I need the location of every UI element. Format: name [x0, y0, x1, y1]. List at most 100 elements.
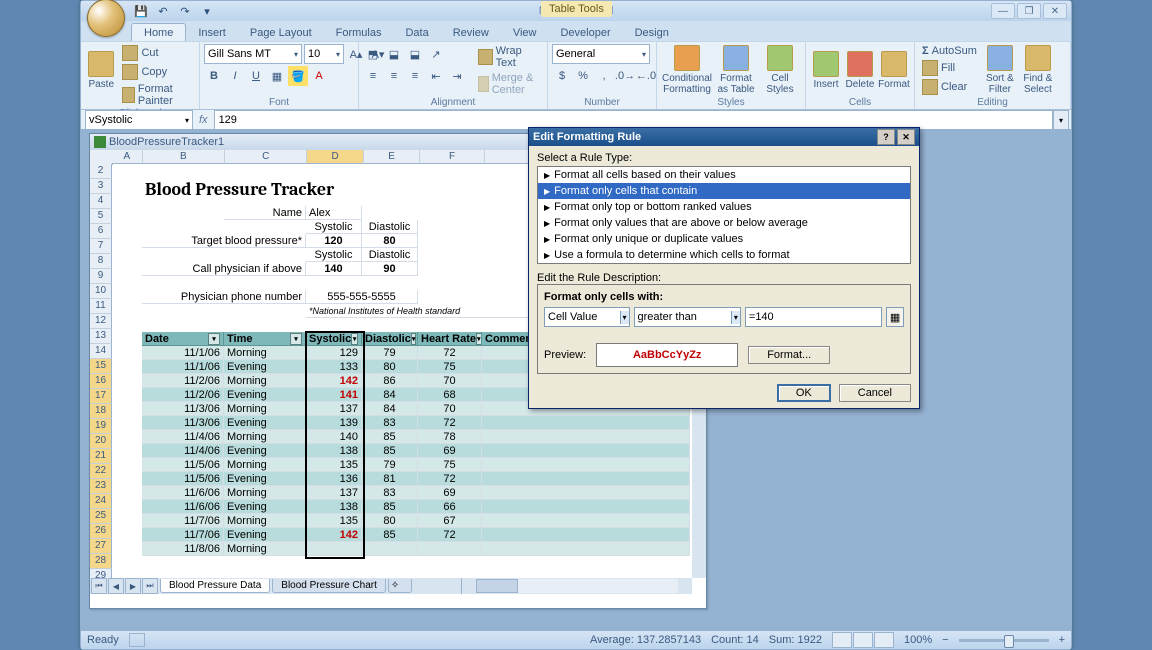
border-button[interactable]: ▦ [267, 66, 287, 86]
heartrate-cell[interactable]: 78 [418, 430, 482, 444]
heartrate-cell[interactable]: 72 [418, 528, 482, 542]
col-header-C[interactable]: C [225, 150, 307, 164]
sheet-nav-next-icon[interactable]: ▶ [125, 578, 141, 594]
row-header[interactable]: 13 [90, 329, 112, 344]
rule-type-list[interactable]: ▶Format all cells based on their values ▶… [537, 166, 911, 264]
heartrate-cell[interactable]: 72 [418, 472, 482, 486]
copy-button[interactable]: Copy [119, 63, 195, 81]
diastolic-cell[interactable]: 85 [362, 444, 418, 458]
heartrate-cell[interactable]: 69 [418, 444, 482, 458]
heartrate-cell[interactable]: 70 [418, 402, 482, 416]
tab-developer[interactable]: Developer [548, 24, 622, 41]
qat-customize-icon[interactable]: ▾ [197, 2, 217, 20]
heartrate-cell[interactable]: 70 [418, 374, 482, 388]
systolic-cell[interactable]: 137 [306, 486, 362, 500]
row-header[interactable]: 15 [90, 359, 112, 374]
comments-cell[interactable] [482, 444, 690, 458]
comments-cell[interactable] [482, 416, 690, 430]
comments-cell[interactable] [482, 542, 690, 556]
time-cell[interactable]: Morning [224, 458, 306, 472]
time-cell[interactable]: Evening [224, 472, 306, 486]
date-cell[interactable]: 11/4/06 [142, 430, 224, 444]
tab-view[interactable]: View [501, 24, 549, 41]
heartrate-cell[interactable]: 67 [418, 514, 482, 528]
filter-icon[interactable]: ▾ [351, 333, 358, 345]
zoom-slider[interactable] [959, 639, 1049, 642]
filter-icon[interactable]: ▾ [208, 333, 220, 345]
tab-home[interactable]: Home [131, 23, 186, 41]
target-systolic[interactable]: 120 [306, 234, 362, 248]
tab-design[interactable]: Design [623, 24, 681, 41]
table-header-date[interactable]: Date▾ [142, 332, 224, 346]
sheet-title[interactable]: Blood Pressure Tracker [142, 178, 418, 200]
fx-icon[interactable]: fx [199, 114, 208, 126]
row-header[interactable]: 5 [90, 209, 112, 224]
cell-styles-button[interactable]: Cell Styles [759, 44, 801, 96]
systolic-cell[interactable]: 141 [306, 388, 362, 402]
time-cell[interactable]: Evening [224, 388, 306, 402]
col-header-D[interactable]: D [307, 150, 364, 164]
time-cell[interactable]: Evening [224, 500, 306, 514]
row-header[interactable]: 19 [90, 419, 112, 434]
diastolic-cell[interactable]: 84 [362, 388, 418, 402]
diastolic-cell[interactable]: 84 [362, 402, 418, 416]
systolic-cell[interactable]: 133 [306, 360, 362, 374]
redo-icon[interactable]: ↷ [175, 2, 195, 20]
sheet-tab-data[interactable]: Blood Pressure Data [160, 579, 270, 593]
align-right-icon[interactable]: ≡ [405, 66, 425, 86]
align-bottom-icon[interactable]: ⬓ [405, 44, 425, 64]
close-button[interactable]: ✕ [1043, 3, 1067, 19]
find-select-button[interactable]: Find & Select [1020, 44, 1056, 96]
macro-record-icon[interactable] [129, 633, 145, 647]
diastolic-cell[interactable]: 83 [362, 486, 418, 500]
name-value[interactable]: Alex [306, 206, 362, 220]
col-header-E[interactable]: E [364, 150, 421, 164]
systolic-cell[interactable] [306, 542, 362, 556]
target-diastolic[interactable]: 80 [362, 234, 418, 248]
date-cell[interactable]: 11/3/06 [142, 402, 224, 416]
table-header-time[interactable]: Time▾ [224, 332, 306, 346]
format-button[interactable]: Format... [748, 346, 830, 364]
rule-type-item[interactable]: ▶Format all cells based on their values [538, 167, 910, 183]
undo-icon[interactable]: ↶ [153, 2, 173, 20]
systolic-cell[interactable]: 142 [306, 374, 362, 388]
filter-icon[interactable]: ▾ [290, 333, 302, 345]
comments-cell[interactable] [482, 430, 690, 444]
systolic-cell[interactable]: 138 [306, 500, 362, 514]
scroll-thumb[interactable] [476, 579, 518, 593]
date-cell[interactable]: 11/3/06 [142, 416, 224, 430]
diastolic-cell[interactable]: 79 [362, 458, 418, 472]
merge-center-button[interactable]: Merge & Center [475, 71, 543, 97]
row-header[interactable]: 8 [90, 254, 112, 269]
tab-formulas[interactable]: Formulas [324, 24, 394, 41]
phone-value[interactable]: 555-555-5555 [306, 290, 418, 304]
zoom-out-icon[interactable]: − [942, 634, 948, 646]
time-cell[interactable]: Morning [224, 402, 306, 416]
systolic-cell[interactable]: 138 [306, 444, 362, 458]
inc-decimal-icon[interactable]: .0→ [615, 66, 635, 86]
date-cell[interactable]: 11/1/06 [142, 360, 224, 374]
format-cells-button[interactable]: Format [878, 44, 910, 96]
row-header[interactable]: 23 [90, 479, 112, 494]
font-name-combo[interactable]: Gill Sans MT▾ [204, 44, 302, 64]
date-cell[interactable]: 11/6/06 [142, 486, 224, 500]
systolic-cell[interactable]: 142 [306, 528, 362, 542]
value-input[interactable]: =140 [745, 307, 882, 327]
row-header[interactable]: 12 [90, 314, 112, 329]
col-header-F[interactable]: F [420, 150, 484, 164]
heartrate-cell[interactable]: 68 [418, 388, 482, 402]
wrap-text-button[interactable]: Wrap Text [475, 44, 543, 70]
systolic-cell[interactable]: 136 [306, 472, 362, 486]
operator-combo[interactable]: greater than▾ [634, 307, 741, 327]
dialog-close-icon[interactable]: ✕ [897, 129, 915, 145]
heartrate-cell[interactable]: 69 [418, 486, 482, 500]
date-cell[interactable]: 11/5/06 [142, 472, 224, 486]
align-center-icon[interactable]: ≡ [384, 66, 404, 86]
date-cell[interactable]: 11/7/06 [142, 514, 224, 528]
time-cell[interactable]: Evening [224, 528, 306, 542]
align-left-icon[interactable]: ≡ [363, 66, 383, 86]
rule-type-item[interactable]: ▶Format only values that are above or be… [538, 215, 910, 231]
row-header[interactable]: 20 [90, 434, 112, 449]
criteria-type-combo[interactable]: Cell Value▾ [544, 307, 630, 327]
date-cell[interactable]: 11/2/06 [142, 374, 224, 388]
